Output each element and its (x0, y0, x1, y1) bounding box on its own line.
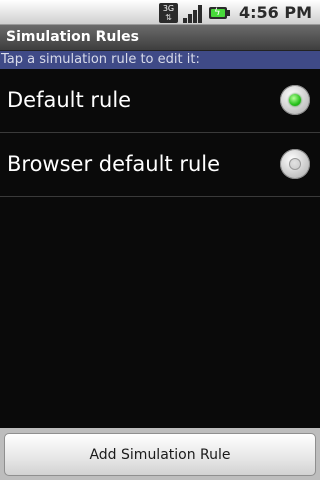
rule-label: Browser default rule (7, 152, 221, 176)
status-bar: 3G ⇅ ϟ 4:56 PM (0, 0, 320, 25)
instruction-text: Tap a simulation rule to edit it: (0, 51, 320, 69)
radio-selected-indicator (289, 94, 301, 106)
status-icons: 3G ⇅ ϟ 4:56 PM (158, 2, 312, 23)
list-item-default-rule[interactable]: Default rule (0, 69, 320, 133)
title-bar: Simulation Rules (0, 25, 320, 51)
page-title: Simulation Rules (6, 29, 140, 45)
screen: 3G ⇅ ϟ 4:56 PM Simulation Rules Tap a si… (0, 0, 320, 480)
data-arrows-icon: ⇅ (165, 12, 172, 22)
add-simulation-rule-button[interactable]: Add Simulation Rule (4, 433, 316, 476)
rule-list: Default rule Browser default rule (0, 69, 320, 197)
battery-charging-icon: ϟ (208, 4, 231, 22)
clock: 4:56 PM (238, 3, 312, 22)
radio-button-browser-default-rule[interactable] (280, 149, 310, 179)
radio-unselected-indicator (289, 158, 301, 170)
signal-strength-icon (182, 3, 204, 23)
bottom-bar: Add Simulation Rule (0, 428, 320, 480)
list-item-browser-default-rule[interactable]: Browser default rule (0, 133, 320, 197)
rule-label: Default rule (7, 88, 132, 112)
network-3g-icon: 3G ⇅ (158, 2, 178, 23)
lightning-bolt-icon: ϟ (213, 6, 221, 18)
network-type-label: 3G (162, 3, 175, 13)
radio-button-default-rule[interactable] (280, 85, 310, 115)
